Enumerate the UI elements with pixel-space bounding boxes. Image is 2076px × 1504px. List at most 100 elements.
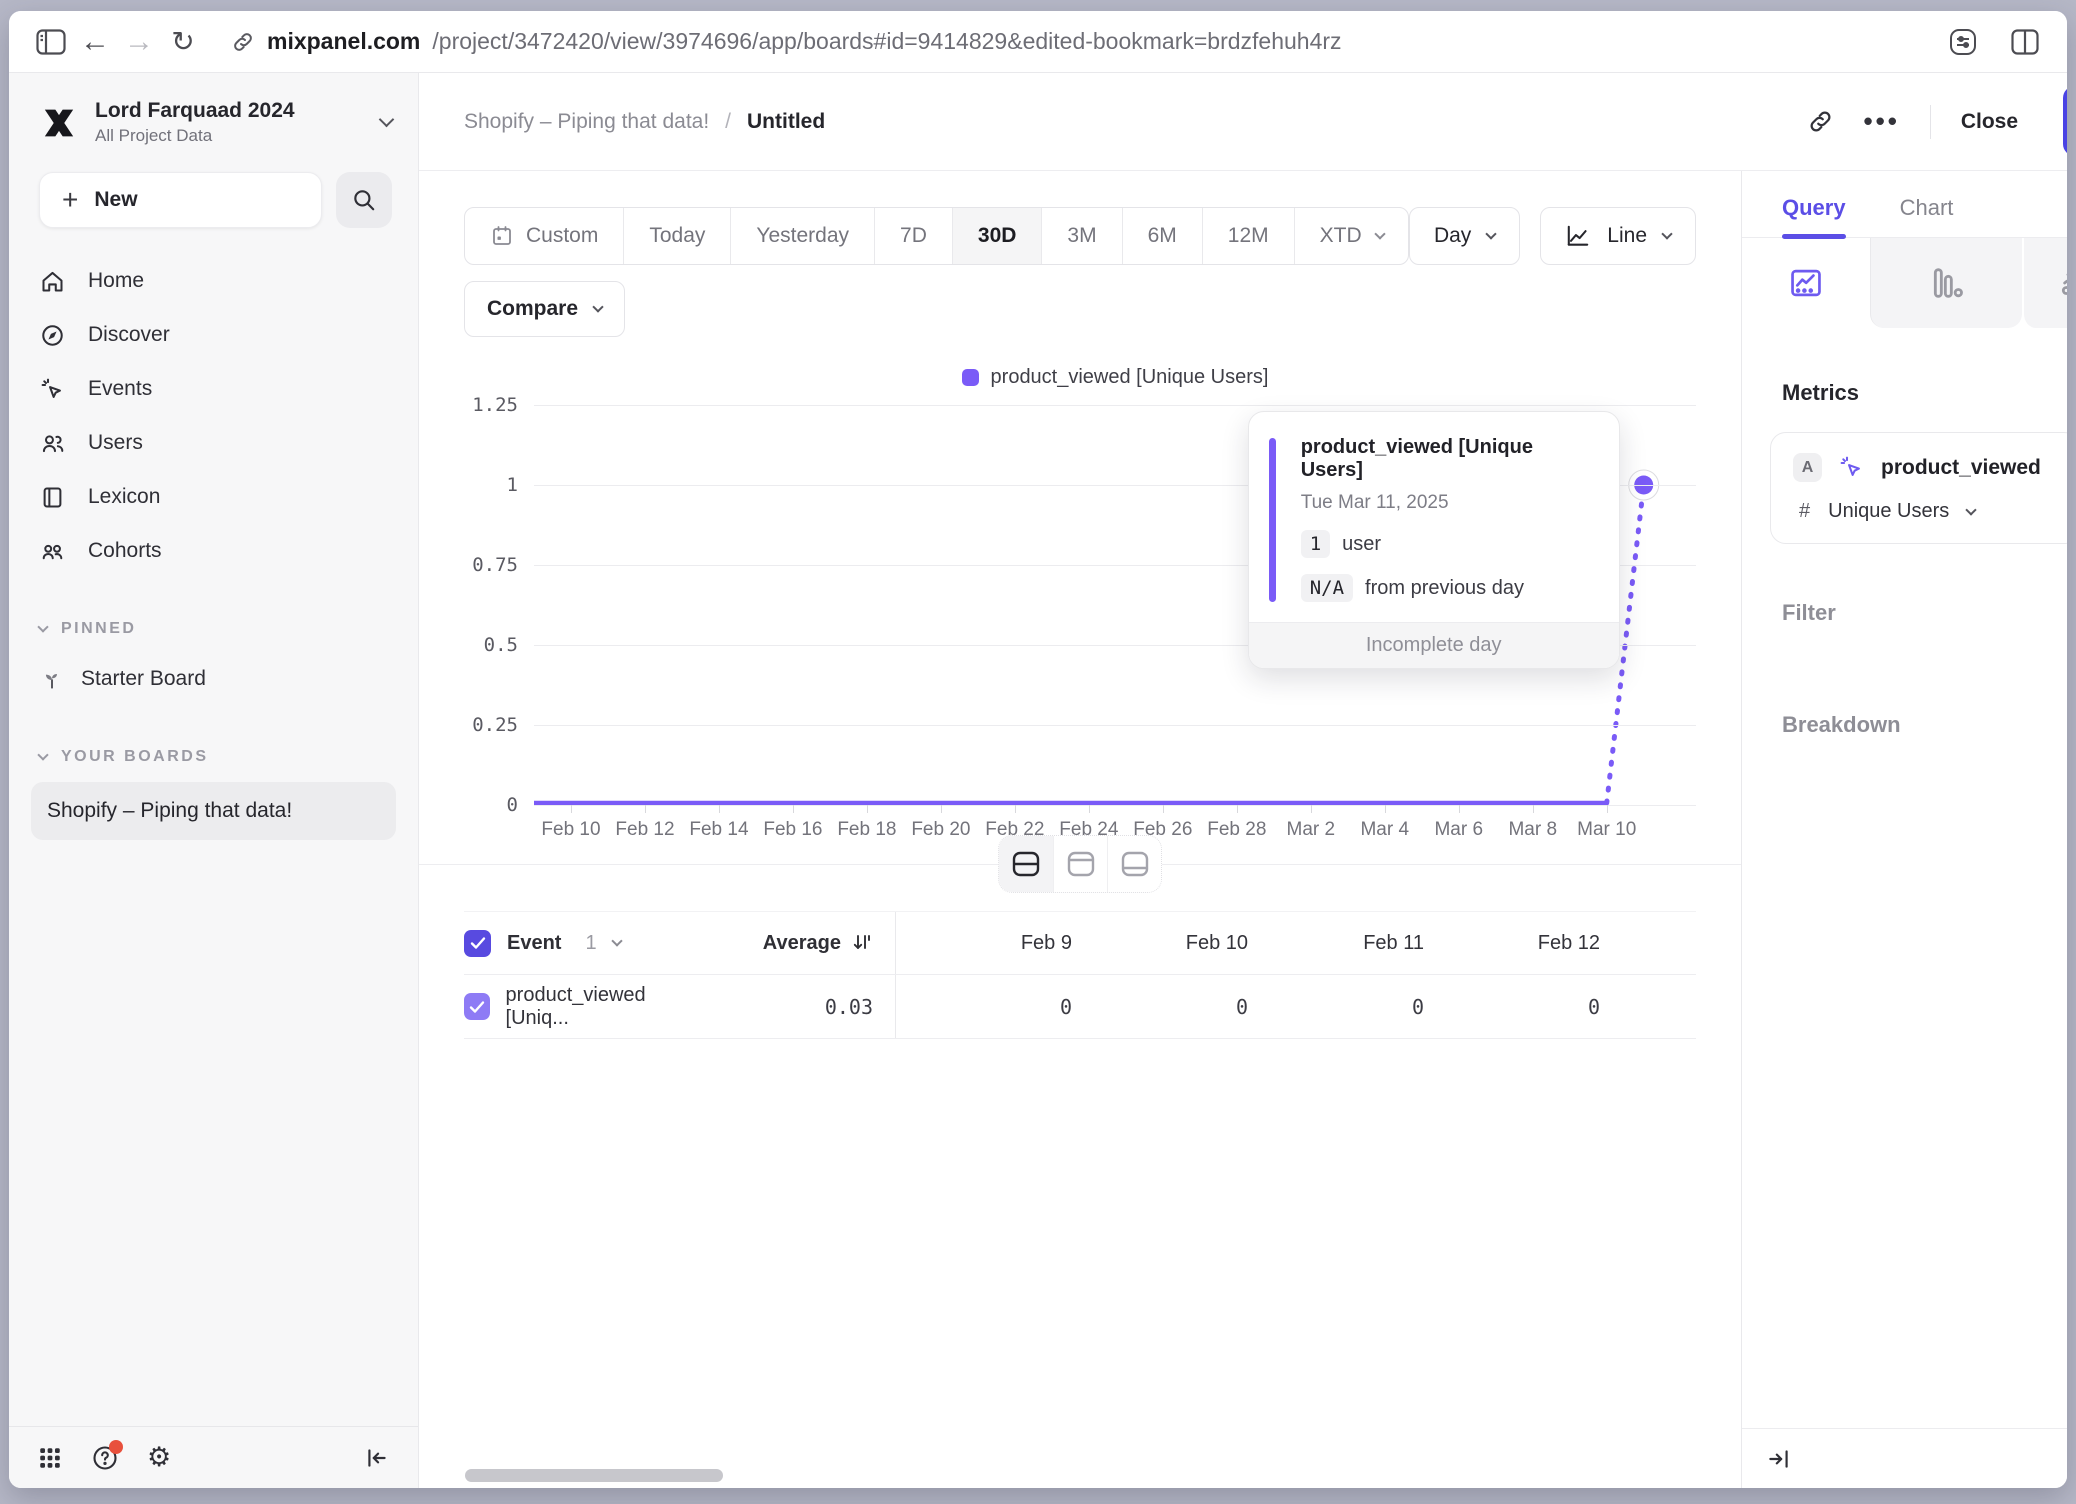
row-series-name[interactable]: product_viewed [Uniq... <box>506 984 704 1030</box>
x-axis-tick <box>1607 805 1608 813</box>
url-bar[interactable]: mixpanel.com/project/3472420/view/397469… <box>231 28 1929 55</box>
close-button[interactable]: Close <box>1961 110 2018 134</box>
range-label: 6M <box>1148 224 1177 248</box>
project-switcher[interactable]: Lord Farquaad 2024 All Project Data <box>9 73 418 146</box>
split-view-icon[interactable] <box>2003 20 2047 64</box>
average-column-header[interactable]: Average <box>703 932 873 955</box>
reload-icon[interactable]: ↻ <box>161 20 205 64</box>
range-label: 7D <box>900 224 927 248</box>
chevron-down-icon[interactable] <box>611 935 622 946</box>
project-name: Lord Farquaad 2024 <box>95 99 365 123</box>
row-checkbox[interactable] <box>464 993 490 1020</box>
y-axis-label: 0.5 <box>484 634 518 656</box>
horizontal-scrollbar[interactable] <box>465 1469 723 1482</box>
range-label: Custom <box>526 224 598 248</box>
table-date-column-header[interactable]: Feb 9 <box>896 932 1072 955</box>
help-icon[interactable] <box>91 1444 119 1472</box>
y-axis-label: 0.25 <box>472 714 518 736</box>
search-button[interactable] <box>336 172 392 228</box>
save-button-partial[interactable] <box>2063 86 2067 156</box>
collapse-panel-icon[interactable] <box>1766 1446 1792 1472</box>
table-date-column-header[interactable]: Feb 12 <box>1424 932 1600 955</box>
report-type-insights-tab[interactable] <box>1742 238 1870 328</box>
tab-query[interactable]: Query <box>1782 195 1846 237</box>
chart-legend[interactable]: product_viewed [Unique Users] <box>534 363 1696 391</box>
range-yesterday[interactable]: Yesterday <box>730 208 874 264</box>
metric-card[interactable]: A product_viewed # Unique User <box>1770 432 2067 544</box>
breadcrumb-page[interactable]: Untitled <box>747 110 825 134</box>
range-30d[interactable]: 30D <box>952 208 1042 264</box>
range-custom[interactable]: Custom <box>465 208 623 264</box>
tab-chart[interactable]: Chart <box>1900 195 1954 237</box>
report-type-flows-tab[interactable] <box>2022 238 2067 328</box>
table-date-column-header[interactable]: Feb 11 <box>1248 932 1424 955</box>
browser-sidebar-toggle-icon[interactable] <box>29 20 73 64</box>
gear-icon[interactable]: ⚙ <box>147 1444 171 1471</box>
apps-grid-icon[interactable] <box>37 1445 63 1471</box>
sidebar-item-users[interactable]: Users <box>9 416 418 470</box>
range-today[interactable]: Today <box>623 208 730 264</box>
range-label: Yesterday <box>756 224 849 248</box>
breadcrumb: Shopify – Piping that data! / Untitled <box>464 110 825 134</box>
plot-area[interactable]: product_viewed [Unique Users] Tue Mar 11… <box>534 405 1696 805</box>
range-label: 3M <box>1067 224 1096 248</box>
filter-section-header[interactable]: Filter <box>1742 600 2067 626</box>
panel-tabs: Query Chart <box>1742 171 2067 238</box>
browser-extensions-icon[interactable] <box>1941 20 1985 64</box>
sidebar-item-lexicon[interactable]: Lexicon <box>9 470 418 524</box>
compass-icon <box>39 322 66 349</box>
range-12m[interactable]: 12M <box>1202 208 1294 264</box>
sidebar-item-board-selected[interactable]: Shopify – Piping that data! <box>31 782 396 840</box>
pinned-section-header[interactable]: PINNED <box>9 620 418 638</box>
report-type-funnels-tab[interactable] <box>1870 238 2022 328</box>
sidebar-item-label: Users <box>88 431 143 455</box>
sidebar-item-cohorts[interactable]: Cohorts <box>9 524 418 578</box>
sidebar-item-label: Home <box>88 269 144 293</box>
layout-chart-view-button[interactable] <box>1053 836 1107 892</box>
row-average-value: 0.03 <box>825 995 873 1019</box>
back-icon[interactable]: ← <box>73 20 117 64</box>
x-axis-tick <box>1385 805 1386 813</box>
range-3m[interactable]: 3M <box>1041 208 1121 264</box>
layout-table-view-button[interactable] <box>1107 836 1161 892</box>
granularity-dropdown[interactable]: Day <box>1409 207 1520 265</box>
copy-link-icon[interactable] <box>1807 108 1834 135</box>
range-7d[interactable]: 7D <box>874 208 952 264</box>
new-button[interactable]: + New <box>39 172 322 228</box>
sidebar-item-home[interactable]: Home <box>9 254 418 308</box>
sidebar-item-events[interactable]: Events <box>9 362 418 416</box>
range-label: XTD <box>1320 224 1362 248</box>
your-boards-section-header[interactable]: YOUR BOARDS <box>9 748 418 766</box>
sidebar-item-starter-board[interactable]: Starter Board <box>9 652 418 706</box>
y-axis-label: 1 <box>507 474 518 496</box>
more-options-icon[interactable]: ••• <box>1864 106 1900 137</box>
url-path: /project/3472420/view/3974696/app/boards… <box>432 28 1341 55</box>
table-cell-value: 0 <box>1248 995 1424 1019</box>
range-xtd[interactable]: XTD <box>1294 208 1409 264</box>
board-label: Shopify – Piping that data! <box>47 799 292 823</box>
breakdown-section-header[interactable]: Breakdown <box>1742 712 2067 738</box>
compare-dropdown[interactable]: Compare <box>464 281 625 337</box>
chart-type-dropdown[interactable]: Line <box>1540 207 1696 265</box>
sidebar-item-discover[interactable]: Discover <box>9 308 418 362</box>
table-date-column-header[interactable]: Feb 10 <box>1072 932 1248 955</box>
range-6m[interactable]: 6M <box>1122 208 1202 264</box>
table-row: product_viewed [Uniq... 0.03 0000 <box>464 975 1696 1039</box>
grid-line <box>534 405 1696 406</box>
table-cell-value: 0 <box>1072 995 1248 1019</box>
select-all-checkbox[interactable] <box>464 930 491 957</box>
collapse-sidebar-icon[interactable] <box>364 1445 390 1471</box>
table-cell-value: 0 <box>1424 995 1600 1019</box>
layout-split-view-button[interactable] <box>999 836 1053 892</box>
x-axis-tick <box>1163 805 1164 813</box>
chart-type-label: Line <box>1607 224 1647 248</box>
event-column-header[interactable]: Event <box>507 932 561 955</box>
chevron-down-icon[interactable] <box>1966 504 1977 515</box>
metric-event-name[interactable]: product_viewed <box>1881 456 2041 480</box>
aggregation-dropdown[interactable]: Unique Users <box>1828 500 1949 523</box>
sidebar-item-label: Cohorts <box>88 539 162 563</box>
forward-icon[interactable]: → <box>117 20 161 64</box>
breadcrumb-board[interactable]: Shopify – Piping that data! <box>464 110 709 134</box>
average-label: Average <box>763 932 841 955</box>
tooltip-footer: Incomplete day <box>1249 622 1619 668</box>
